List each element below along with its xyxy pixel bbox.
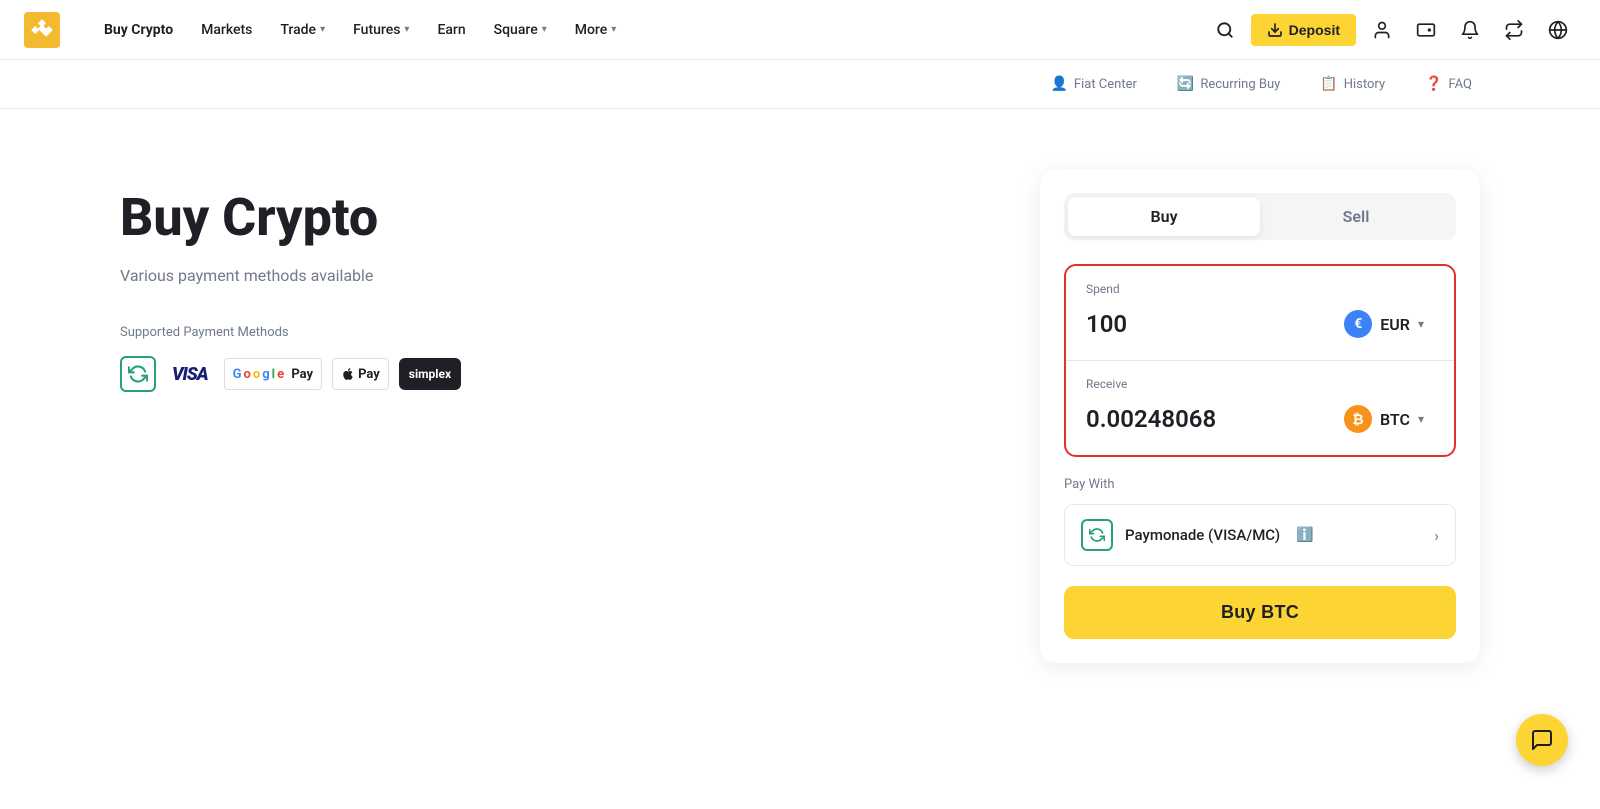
spend-row: Spend € EUR ▾ — [1066, 266, 1454, 360]
page-title: Buy Crypto — [120, 189, 960, 246]
applepay-payment-icon: Pay — [332, 358, 389, 390]
buy-widget: Buy Sell Spend € EUR ▾ Receive — [1040, 169, 1480, 663]
pay-with-icon — [1081, 519, 1113, 551]
more-chevron: ▾ — [611, 24, 616, 35]
visa-payment-icon: VISA — [166, 358, 214, 390]
spend-label: Spend — [1086, 282, 1434, 296]
btc-caret: ▾ — [1418, 412, 1424, 426]
fiat-center-icon: 👤 — [1050, 76, 1067, 92]
chat-fab[interactable] — [1516, 714, 1568, 766]
buy-button[interactable]: Buy BTC — [1064, 586, 1456, 639]
pay-with-row[interactable]: Paymonade (VISA/MC) ℹ️ › — [1064, 504, 1456, 566]
paymonade-payment-icon — [120, 356, 156, 392]
logo[interactable] — [24, 12, 60, 48]
faq-icon: ❓ — [1425, 76, 1442, 92]
nav-square[interactable]: Square ▾ — [482, 14, 559, 46]
btc-icon: ₿ — [1344, 405, 1372, 433]
gpay-payment-icon: Google Pay — [224, 358, 322, 390]
receive-label: Receive — [1086, 377, 1434, 391]
wallet-button[interactable] — [1408, 12, 1444, 48]
eur-selector[interactable]: € EUR ▾ — [1334, 304, 1434, 344]
btc-label: BTC — [1380, 410, 1410, 429]
search-button[interactable] — [1207, 12, 1243, 48]
nav-more[interactable]: More ▾ — [563, 14, 629, 46]
square-chevron: ▾ — [542, 24, 547, 35]
eur-caret: ▾ — [1418, 317, 1424, 331]
deposit-button[interactable]: Deposit — [1251, 14, 1356, 46]
eur-label: EUR — [1380, 315, 1410, 334]
left-side: Buy Crypto Various payment methods avail… — [120, 169, 960, 392]
pay-with-info-icon: ℹ️ — [1296, 527, 1313, 543]
page-subtitle: Various payment methods available — [120, 266, 960, 285]
history-icon: 📋 — [1320, 76, 1337, 92]
tab-buy[interactable]: Buy — [1068, 197, 1260, 236]
pay-with-arrow-icon: › — [1434, 526, 1439, 545]
receive-row: Receive 0.00248068 ₿ BTC ▾ — [1066, 360, 1454, 455]
nav-earn[interactable]: Earn — [425, 14, 477, 46]
sub-nav-history[interactable]: 📋 History — [1312, 72, 1393, 96]
payment-icons: VISA Google Pay Pay simplex — [120, 356, 960, 392]
pay-with-left: Paymonade (VISA/MC) ℹ️ — [1081, 519, 1314, 551]
main-content: Buy Crypto Various payment methods avail… — [0, 109, 1600, 809]
nav-links: Buy Crypto Markets Trade ▾ Futures ▾ Ear… — [92, 14, 1207, 46]
nav-right: Deposit — [1207, 12, 1576, 48]
receive-input-row: 0.00248068 ₿ BTC ▾ — [1086, 399, 1434, 439]
currency-box: Spend € EUR ▾ Receive 0.00248068 ₿ — [1064, 264, 1456, 457]
transfer-button[interactable] — [1496, 12, 1532, 48]
eur-icon: € — [1344, 310, 1372, 338]
nav-futures[interactable]: Futures ▾ — [341, 14, 421, 46]
sub-nav-recurring-buy[interactable]: 🔄 Recurring Buy — [1169, 72, 1288, 96]
sub-nav: 👤 Fiat Center 🔄 Recurring Buy 📋 History … — [0, 60, 1600, 109]
nav-trade[interactable]: Trade ▾ — [268, 14, 337, 46]
sub-nav-fiat-center[interactable]: 👤 Fiat Center — [1042, 72, 1144, 96]
futures-chevron: ▾ — [404, 24, 409, 35]
widget-tabs: Buy Sell — [1064, 193, 1456, 240]
nav-buy-crypto[interactable]: Buy Crypto — [92, 14, 185, 46]
notifications-button[interactable] — [1452, 12, 1488, 48]
payment-methods-label: Supported Payment Methods — [120, 325, 960, 340]
btc-selector[interactable]: ₿ BTC ▾ — [1334, 399, 1434, 439]
pay-with-label: Pay With — [1064, 477, 1456, 492]
simplex-payment-icon: simplex — [399, 358, 461, 390]
tab-sell[interactable]: Sell — [1260, 197, 1452, 236]
nav-markets[interactable]: Markets — [189, 14, 264, 46]
receive-amount: 0.00248068 — [1086, 405, 1216, 433]
sub-nav-faq[interactable]: ❓ FAQ — [1417, 72, 1480, 96]
spend-amount-input[interactable] — [1086, 310, 1286, 338]
recurring-buy-icon: 🔄 — [1177, 76, 1194, 92]
navbar: Buy Crypto Markets Trade ▾ Futures ▾ Ear… — [0, 0, 1600, 60]
trade-chevron: ▾ — [320, 24, 325, 35]
profile-button[interactable] — [1364, 12, 1400, 48]
pay-with-name: Paymonade (VISA/MC) — [1125, 526, 1280, 544]
language-button[interactable] — [1540, 12, 1576, 48]
spend-input-row: € EUR ▾ — [1086, 304, 1434, 344]
